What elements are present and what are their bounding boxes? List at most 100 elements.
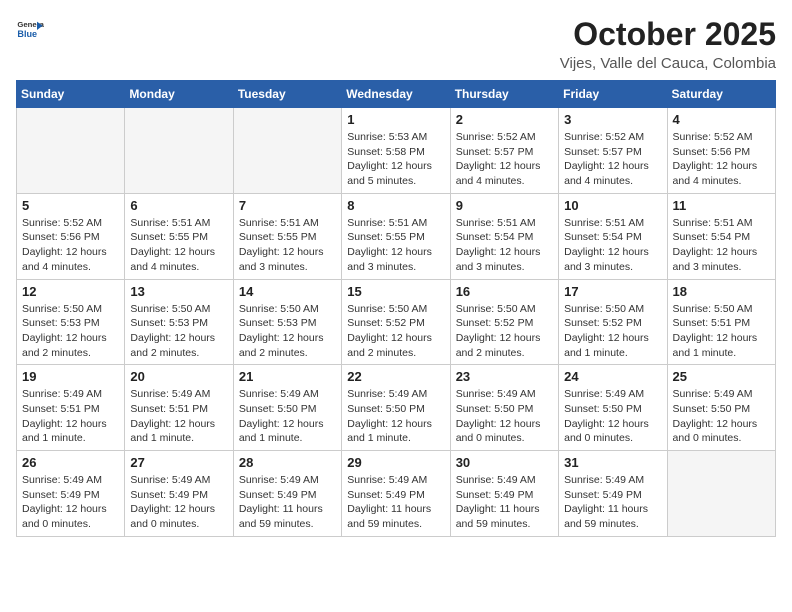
day-info: Sunrise: 5:49 AM Sunset: 5:49 PM Dayligh… <box>239 473 336 532</box>
calendar-cell <box>125 108 233 194</box>
calendar-table: SundayMondayTuesdayWednesdayThursdayFrid… <box>16 80 776 537</box>
weekday-header-tuesday: Tuesday <box>233 81 341 108</box>
calendar-cell: 16 Sunrise: 5:50 AM Sunset: 5:52 PM Dayli… <box>450 279 558 365</box>
day-number: 15 <box>347 284 444 299</box>
day-info: Sunrise: 5:50 AM Sunset: 5:52 PM Dayligh… <box>456 302 553 361</box>
calendar-cell <box>233 108 341 194</box>
calendar-cell: 9Sunrise: 5:51 AM Sunset: 5:54 PM Daylig… <box>450 193 558 279</box>
weekday-header-thursday: Thursday <box>450 81 558 108</box>
day-number: 7 <box>239 198 336 213</box>
day-info: Sunrise: 5:51 AM Sunset: 5:55 PM Dayligh… <box>239 216 336 275</box>
day-info: Sunrise: 5:51 AM Sunset: 5:54 PM Dayligh… <box>673 216 770 275</box>
day-number: 14 <box>239 284 336 299</box>
calendar-cell: 25 Sunrise: 5:49 AM Sunset: 5:50 PM Dayli… <box>667 365 775 451</box>
day-number: 16 <box>456 284 553 299</box>
logo-icon: General Blue <box>16 16 44 44</box>
day-number: 4 <box>673 112 770 127</box>
day-info: Sunrise: 5:49 AM Sunset: 5:50 PM Dayligh… <box>347 387 444 446</box>
calendar-cell <box>667 451 775 537</box>
day-number: 5 <box>22 198 119 213</box>
day-number: 18 <box>673 284 770 299</box>
day-number: 29 <box>347 455 444 470</box>
day-info: Sunrise: 5:53 AM Sunset: 5:58 PM Dayligh… <box>347 130 444 189</box>
day-info: Sunrise: 5:49 AM Sunset: 5:51 PM Dayligh… <box>22 387 119 446</box>
day-number: 31 <box>564 455 661 470</box>
day-number: 10 <box>564 198 661 213</box>
day-info: Sunrise: 5:51 AM Sunset: 5:55 PM Dayligh… <box>130 216 227 275</box>
calendar-cell: 28 Sunrise: 5:49 AM Sunset: 5:49 PM Dayli… <box>233 451 341 537</box>
day-info: Sunrise: 5:52 AM Sunset: 5:56 PM Dayligh… <box>673 130 770 189</box>
calendar-cell: 6Sunrise: 5:51 AM Sunset: 5:55 PM Daylig… <box>125 193 233 279</box>
day-info: Sunrise: 5:50 AM Sunset: 5:52 PM Dayligh… <box>564 302 661 361</box>
weekday-header-friday: Friday <box>559 81 667 108</box>
day-number: 26 <box>22 455 119 470</box>
location: Vijes, Valle del Cauca, Colombia <box>560 55 776 72</box>
weekday-header-row: SundayMondayTuesdayWednesdayThursdayFrid… <box>17 81 776 108</box>
calendar-week-3: 12 Sunrise: 5:50 AM Sunset: 5:53 PM Dayli… <box>17 279 776 365</box>
calendar-cell: 12 Sunrise: 5:50 AM Sunset: 5:53 PM Dayli… <box>17 279 125 365</box>
calendar-cell: 31 Sunrise: 5:49 AM Sunset: 5:49 PM Dayli… <box>559 451 667 537</box>
day-number: 8 <box>347 198 444 213</box>
calendar-cell: 20Sunrise: 5:49 AM Sunset: 5:51 PM Dayli… <box>125 365 233 451</box>
day-number: 27 <box>130 455 227 470</box>
calendar-cell: 21Sunrise: 5:49 AM Sunset: 5:50 PM Dayli… <box>233 365 341 451</box>
day-info: Sunrise: 5:50 AM Sunset: 5:53 PM Dayligh… <box>130 302 227 361</box>
day-number: 19 <box>22 369 119 384</box>
day-number: 22 <box>347 369 444 384</box>
day-info: Sunrise: 5:51 AM Sunset: 5:55 PM Dayligh… <box>347 216 444 275</box>
day-number: 25 <box>673 369 770 384</box>
calendar-cell: 27 Sunrise: 5:49 AM Sunset: 5:49 PM Dayli… <box>125 451 233 537</box>
calendar-cell: 3Sunrise: 5:52 AM Sunset: 5:57 PM Daylig… <box>559 108 667 194</box>
calendar-cell: 11Sunrise: 5:51 AM Sunset: 5:54 PM Dayli… <box>667 193 775 279</box>
day-info: Sunrise: 5:49 AM Sunset: 5:49 PM Dayligh… <box>564 473 661 532</box>
day-info: Sunrise: 5:49 AM Sunset: 5:50 PM Dayligh… <box>564 387 661 446</box>
calendar-cell: 1 Sunrise: 5:53 AM Sunset: 5:58 PM Daylig… <box>342 108 450 194</box>
day-number: 2 <box>456 112 553 127</box>
calendar-cell: 13 Sunrise: 5:50 AM Sunset: 5:53 PM Dayli… <box>125 279 233 365</box>
day-number: 1 <box>347 112 444 127</box>
day-number: 23 <box>456 369 553 384</box>
day-info: Sunrise: 5:49 AM Sunset: 5:49 PM Dayligh… <box>22 473 119 532</box>
day-info: Sunrise: 5:50 AM Sunset: 5:52 PM Dayligh… <box>347 302 444 361</box>
day-number: 12 <box>22 284 119 299</box>
calendar-week-1: 1 Sunrise: 5:53 AM Sunset: 5:58 PM Daylig… <box>17 108 776 194</box>
page-header: General Blue October 2025 Vijes, Valle d… <box>16 16 776 72</box>
day-info: Sunrise: 5:52 AM Sunset: 5:57 PM Dayligh… <box>456 130 553 189</box>
day-number: 20 <box>130 369 227 384</box>
day-info: Sunrise: 5:50 AM Sunset: 5:51 PM Dayligh… <box>673 302 770 361</box>
calendar-cell <box>17 108 125 194</box>
calendar-cell: 22 Sunrise: 5:49 AM Sunset: 5:50 PM Dayli… <box>342 365 450 451</box>
calendar-cell: 17 Sunrise: 5:50 AM Sunset: 5:52 PM Dayli… <box>559 279 667 365</box>
calendar-cell: 29 Sunrise: 5:49 AM Sunset: 5:49 PM Dayli… <box>342 451 450 537</box>
day-number: 28 <box>239 455 336 470</box>
title-block: October 2025 Vijes, Valle del Cauca, Col… <box>560 16 776 72</box>
calendar-cell: 4 Sunrise: 5:52 AM Sunset: 5:56 PM Daylig… <box>667 108 775 194</box>
calendar-cell: 26 Sunrise: 5:49 AM Sunset: 5:49 PM Dayli… <box>17 451 125 537</box>
day-info: Sunrise: 5:49 AM Sunset: 5:49 PM Dayligh… <box>347 473 444 532</box>
calendar-cell: 23Sunrise: 5:49 AM Sunset: 5:50 PM Dayli… <box>450 365 558 451</box>
day-number: 30 <box>456 455 553 470</box>
svg-text:Blue: Blue <box>17 29 37 39</box>
day-info: Sunrise: 5:49 AM Sunset: 5:50 PM Dayligh… <box>673 387 770 446</box>
calendar-week-4: 19 Sunrise: 5:49 AM Sunset: 5:51 PM Dayli… <box>17 365 776 451</box>
calendar-cell: 10 Sunrise: 5:51 AM Sunset: 5:54 PM Dayli… <box>559 193 667 279</box>
calendar-cell: 14 Sunrise: 5:50 AM Sunset: 5:53 PM Dayli… <box>233 279 341 365</box>
calendar-cell: 19 Sunrise: 5:49 AM Sunset: 5:51 PM Dayli… <box>17 365 125 451</box>
day-info: Sunrise: 5:50 AM Sunset: 5:53 PM Dayligh… <box>22 302 119 361</box>
calendar-cell: 24 Sunrise: 5:49 AM Sunset: 5:50 PM Dayli… <box>559 365 667 451</box>
day-info: Sunrise: 5:49 AM Sunset: 5:50 PM Dayligh… <box>239 387 336 446</box>
day-info: Sunrise: 5:50 AM Sunset: 5:53 PM Dayligh… <box>239 302 336 361</box>
day-number: 13 <box>130 284 227 299</box>
calendar-week-2: 5 Sunrise: 5:52 AM Sunset: 5:56 PM Daylig… <box>17 193 776 279</box>
calendar-cell: 7 Sunrise: 5:51 AM Sunset: 5:55 PM Daylig… <box>233 193 341 279</box>
calendar-cell: 18 Sunrise: 5:50 AM Sunset: 5:51 PM Dayli… <box>667 279 775 365</box>
day-number: 17 <box>564 284 661 299</box>
day-info: Sunrise: 5:51 AM Sunset: 5:54 PM Dayligh… <box>564 216 661 275</box>
weekday-header-monday: Monday <box>125 81 233 108</box>
calendar-cell: 2 Sunrise: 5:52 AM Sunset: 5:57 PM Daylig… <box>450 108 558 194</box>
day-number: 24 <box>564 369 661 384</box>
day-info: Sunrise: 5:49 AM Sunset: 5:49 PM Dayligh… <box>130 473 227 532</box>
day-info: Sunrise: 5:52 AM Sunset: 5:56 PM Dayligh… <box>22 216 119 275</box>
calendar-cell: 30Sunrise: 5:49 AM Sunset: 5:49 PM Dayli… <box>450 451 558 537</box>
logo: General Blue <box>16 16 44 44</box>
